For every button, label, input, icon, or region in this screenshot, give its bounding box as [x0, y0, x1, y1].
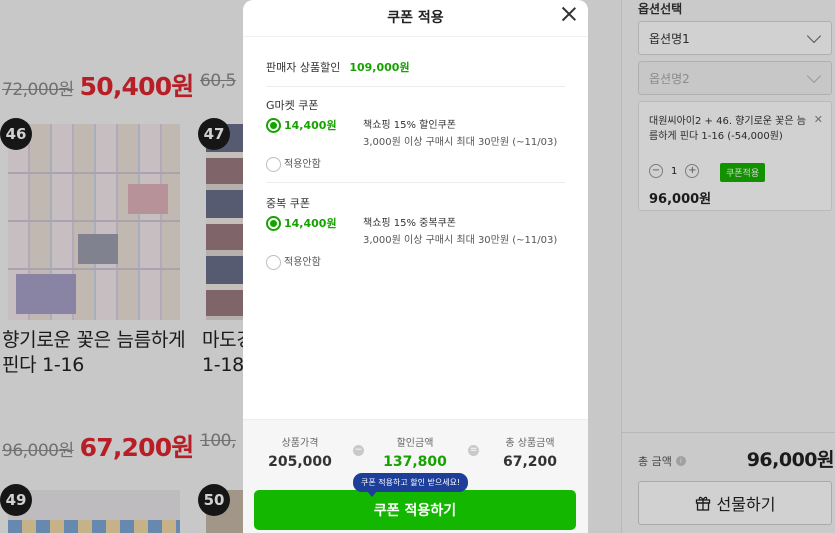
total-price-label: 총 상품금액 — [505, 438, 555, 449]
product-price-summary: 상품가격 205,000 — [255, 434, 345, 470]
price-summary: 상품가격 205,000 − 할인금액 137,800 = 총 상품금액 67,… — [243, 419, 588, 533]
coupon-tooltip: 쿠폰 적용하고 할인 받으세요! — [353, 473, 469, 497]
radio-unselected[interactable] — [266, 255, 281, 270]
no-coupon-label: 적용안함 — [284, 257, 321, 268]
coupon-info: 책쇼핑 15% 중복쿠폰 3,000원 이상 구매시 최대 30만원 (~11/… — [363, 216, 557, 248]
gmarket-coupon-title: G마켓 쿠폰 — [266, 99, 319, 112]
equals-icon: = — [468, 445, 479, 456]
close-icon[interactable] — [560, 5, 578, 23]
seller-discount-amount: 109,000원 — [349, 61, 410, 74]
no-coupon-label: 적용안함 — [284, 159, 321, 170]
divider — [266, 182, 565, 183]
coupon-info: 책쇼핑 15% 할인쿠폰 3,000원 이상 구매시 최대 30만원 (~11/… — [363, 118, 557, 150]
radio-selected[interactable] — [266, 216, 281, 231]
total-price-value: 67,200 — [502, 454, 558, 470]
coupon-amount: 14,400원 — [284, 217, 337, 230]
coupon-modal: 쿠폰 적용 판매자 상품할인 109,000원 G마켓 쿠폰 14,400원 책… — [243, 0, 588, 533]
gmarket-coupon-option[interactable]: 14,400원 책쇼핑 15% 할인쿠폰 3,000원 이상 구매시 최대 30… — [266, 118, 557, 150]
modal-title: 쿠폰 적용 — [387, 10, 444, 26]
seller-discount-row: 판매자 상품할인 109,000원 — [266, 59, 410, 75]
coupon-amount: 14,400원 — [284, 119, 337, 132]
discount-summary: 할인금액 137,800 — [370, 434, 460, 470]
duplicate-coupon-title: 중복 쿠폰 — [266, 197, 310, 210]
discount-label: 할인금액 — [396, 438, 434, 449]
coupon-name: 책쇼핑 15% 할인쿠폰 — [363, 120, 456, 131]
total-summary: 총 상품금액 67,200 — [485, 434, 575, 470]
product-price-value: 205,000 — [268, 454, 332, 470]
seller-discount-label: 판매자 상품할인 — [266, 61, 341, 74]
divider — [243, 36, 588, 37]
apply-coupon-button[interactable]: 쿠폰 적용하기 — [254, 490, 576, 530]
radio-selected[interactable] — [266, 118, 281, 133]
duplicate-coupon-option[interactable]: 14,400원 책쇼핑 15% 중복쿠폰 3,000원 이상 구매시 최대 30… — [266, 216, 557, 248]
coupon-condition: 3,000원 이상 구매시 최대 30만원 (~11/03) — [363, 235, 558, 246]
coupon-name: 책쇼핑 15% 중복쿠폰 — [363, 218, 456, 229]
gmarket-no-coupon-option[interactable]: 적용안함 — [266, 157, 321, 172]
product-price-label: 상품가격 — [281, 438, 319, 449]
modal-header: 쿠폰 적용 — [243, 0, 588, 34]
duplicate-no-coupon-option[interactable]: 적용안함 — [266, 255, 321, 270]
minus-icon: − — [353, 445, 364, 456]
coupon-condition: 3,000원 이상 구매시 최대 30만원 (~11/03) — [363, 137, 558, 148]
discount-value: 137,800 — [383, 454, 447, 470]
divider — [266, 86, 565, 87]
radio-unselected[interactable] — [266, 157, 281, 172]
